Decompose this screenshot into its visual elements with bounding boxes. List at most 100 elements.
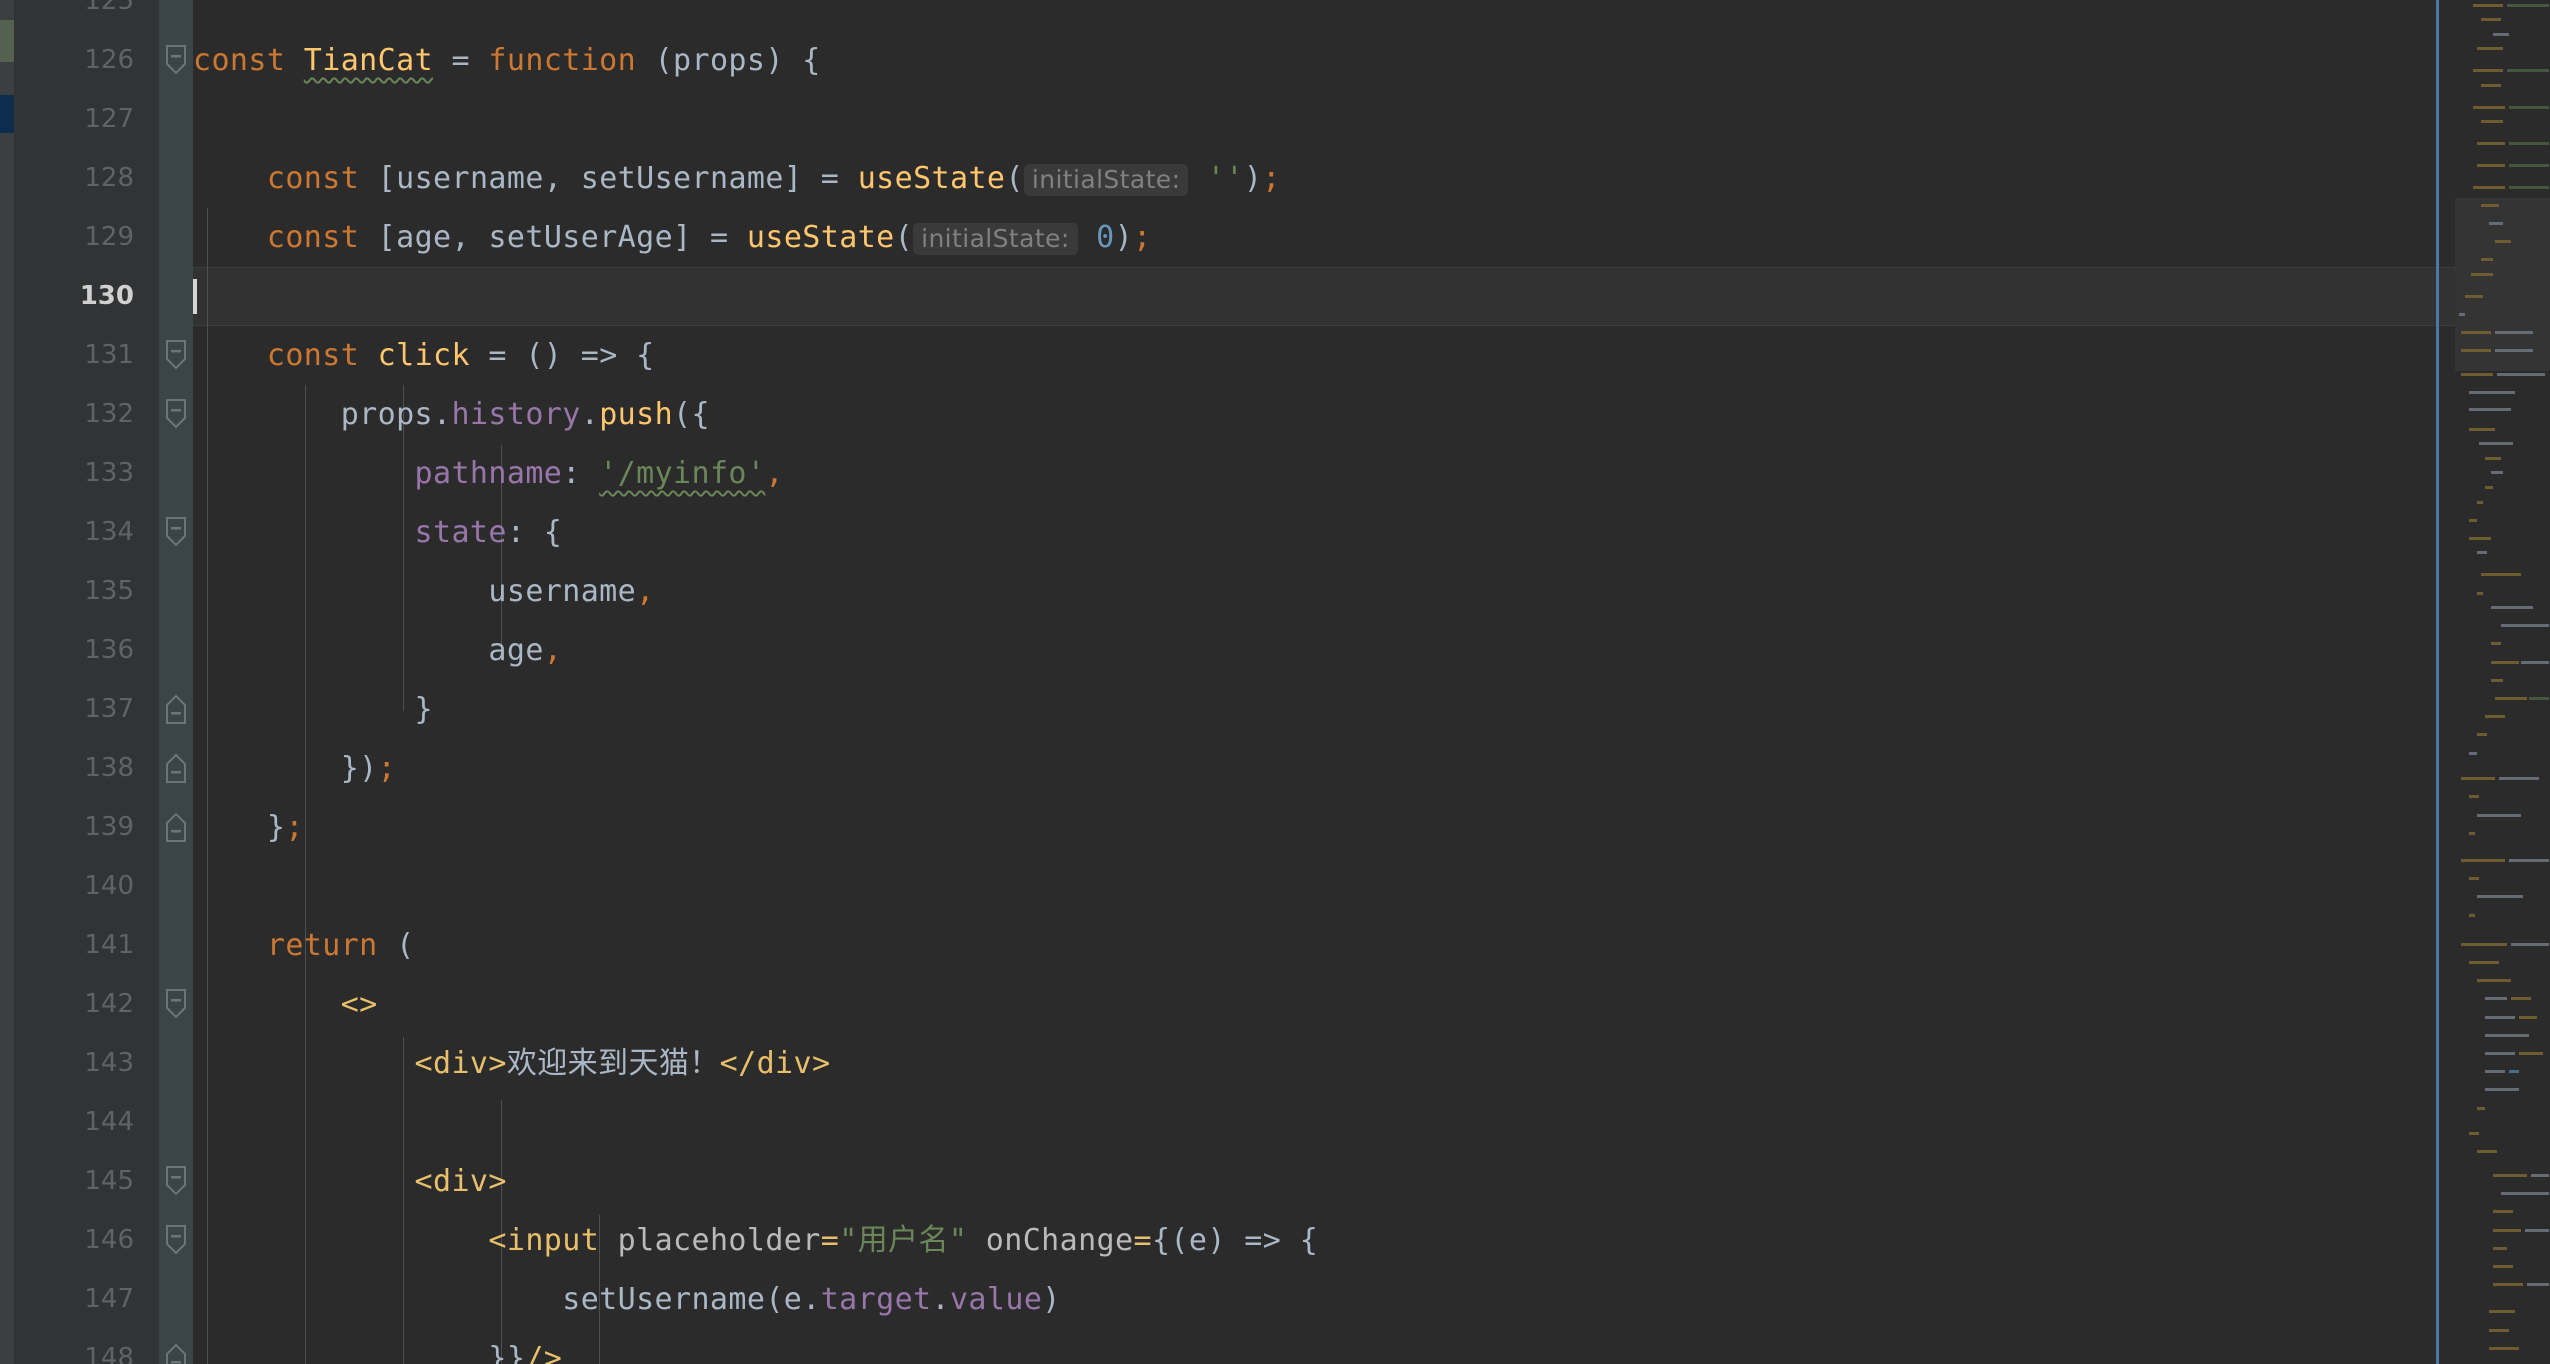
- code-line-132[interactable]: props.history.push({: [193, 385, 710, 444]
- code-line-129[interactable]: const [age, setUserAge] = useState(initi…: [193, 208, 1152, 267]
- code-token: (: [1005, 161, 1024, 196]
- code-token: {(: [1151, 1223, 1189, 1258]
- minimap-code-row: [2477, 551, 2487, 555]
- line-number-141[interactable]: 141: [14, 916, 134, 975]
- line-number-131[interactable]: 131: [14, 326, 134, 385]
- code-editor[interactable]: 125 126 127 128 129 130 131 132 133 134 135 136 137 1…: [0, 0, 2550, 1364]
- line-number-140[interactable]: 140: [14, 857, 134, 916]
- minimap-code-row: [2485, 1015, 2515, 1019]
- line-number-132[interactable]: 132: [14, 385, 134, 444]
- code-token: : {: [506, 515, 563, 550]
- line-number-126[interactable]: 126: [14, 31, 134, 90]
- vcs-added-marker[interactable]: [0, 20, 14, 62]
- line-number-146[interactable]: 146: [14, 1211, 134, 1270]
- line-number-136[interactable]: 136: [14, 621, 134, 680]
- code-line-133[interactable]: pathname: '/myinfo',: [193, 444, 784, 503]
- keyword-token: const: [266, 338, 360, 373]
- minimap-code-row: [2461, 777, 2495, 781]
- minimap-code-row: [2477, 500, 2483, 504]
- line-number-127[interactable]: 127: [14, 90, 134, 149]
- code-line-136[interactable]: age,: [193, 621, 562, 680]
- fold-start-icon[interactable]: [162, 399, 190, 429]
- code-token: ;: [1133, 220, 1152, 255]
- line-number-125[interactable]: 125: [14, 0, 134, 31]
- code-line-128[interactable]: const [username, setUsername] = useState…: [193, 149, 1281, 208]
- minimap-code-row: [2469, 407, 2511, 411]
- line-number-138[interactable]: 138: [14, 739, 134, 798]
- line-number-128[interactable]: 128: [14, 149, 134, 208]
- code-token: ,: [765, 456, 784, 491]
- code-line-148[interactable]: }}/>: [193, 1329, 562, 1364]
- minimap-code-row: [2495, 240, 2511, 244]
- minimap-code-row: [2499, 777, 2539, 781]
- code-line-139[interactable]: };: [193, 798, 304, 857]
- code-line-143[interactable]: <div>欢迎来到天猫！</div>: [193, 1034, 831, 1093]
- code-text-area[interactable]: const TianCat = function (props) { const…: [193, 0, 2550, 1364]
- code-line-135[interactable]: username,: [193, 562, 655, 621]
- code-token: click: [377, 338, 470, 373]
- code-line-146[interactable]: <input placeholder="用户名" onChange={(e) =…: [193, 1211, 1318, 1270]
- code-token: (: [377, 928, 415, 963]
- line-number-135[interactable]: 135: [14, 562, 134, 621]
- code-token: = (): [469, 338, 581, 373]
- code-line-134[interactable]: state: {: [193, 503, 562, 562]
- line-number-148[interactable]: 148: [14, 1329, 134, 1364]
- fold-end-icon[interactable]: [162, 694, 190, 724]
- minimap-code-row: [2509, 859, 2549, 863]
- fold-start-icon[interactable]: [162, 1166, 190, 1196]
- code-line-142[interactable]: <>: [193, 975, 378, 1034]
- line-number-139[interactable]: 139: [14, 798, 134, 857]
- fold-end-icon[interactable]: [162, 753, 190, 783]
- minimap-code-row: [2491, 660, 2519, 664]
- code-minimap[interactable]: [2455, 0, 2550, 1364]
- minimap-code-row: [2485, 1088, 2519, 1092]
- vcs-gutter[interactable]: [0, 0, 14, 1364]
- minimap-code-row: [2469, 913, 2475, 917]
- minimap-code-row: [2481, 83, 2501, 87]
- fold-start-icon[interactable]: [162, 517, 190, 547]
- line-number-147[interactable]: 147: [14, 1270, 134, 1329]
- code-token: }: [414, 692, 434, 727]
- code-line-131[interactable]: const click = () => {: [193, 326, 655, 385]
- vcs-modified-marker[interactable]: [0, 95, 14, 133]
- code-token: (: [636, 43, 674, 78]
- string-token: '/myinfo': [599, 456, 766, 491]
- code-line-145[interactable]: <div>: [193, 1152, 507, 1211]
- minimap-code-row: [2477, 591, 2483, 595]
- fold-end-icon[interactable]: [162, 812, 190, 842]
- minimap-code-row: [2495, 349, 2533, 353]
- minimap-code-row: [2531, 1173, 2549, 1177]
- code-folding-gutter[interactable]: [159, 0, 193, 1364]
- line-number-142[interactable]: 142: [14, 975, 134, 1034]
- line-number-133[interactable]: 133: [14, 444, 134, 503]
- line-number-143[interactable]: 143: [14, 1034, 134, 1093]
- code-line-126[interactable]: const TianCat = function (props) {: [193, 31, 821, 90]
- code-line-141[interactable]: return (: [193, 916, 415, 975]
- line-number-134[interactable]: 134: [14, 503, 134, 562]
- code-token: =: [433, 43, 489, 78]
- minimap-code-row: [2477, 813, 2521, 817]
- minimap-code-row: [2497, 373, 2545, 377]
- minimap-code-row: [2485, 997, 2507, 1001]
- fold-end-icon[interactable]: [162, 1343, 190, 1364]
- keyword-token: function: [488, 43, 637, 78]
- code-token: placeholder: [617, 1223, 821, 1258]
- fold-start-icon[interactable]: [162, 989, 190, 1019]
- minimap-code-row: [2485, 1051, 2515, 1055]
- fold-start-icon[interactable]: [162, 45, 190, 75]
- line-number-145[interactable]: 145: [14, 1152, 134, 1211]
- line-number-137[interactable]: 137: [14, 680, 134, 739]
- code-token: state: [414, 515, 507, 550]
- code-line-137[interactable]: }: [193, 680, 433, 739]
- code-line-138[interactable]: });: [193, 739, 396, 798]
- minimap-code-row: [2461, 373, 2493, 377]
- fold-start-icon[interactable]: [162, 1225, 190, 1255]
- minimap-code-row: [2493, 1173, 2527, 1177]
- line-number-129[interactable]: 129: [14, 208, 134, 267]
- line-number-144[interactable]: 144: [14, 1093, 134, 1152]
- line-number-130[interactable]: 130: [14, 267, 134, 326]
- fold-start-icon[interactable]: [162, 340, 190, 370]
- jsx-tag-token: </div>: [719, 1046, 831, 1081]
- code-line-147[interactable]: setUsername(e.target.value): [193, 1270, 1061, 1329]
